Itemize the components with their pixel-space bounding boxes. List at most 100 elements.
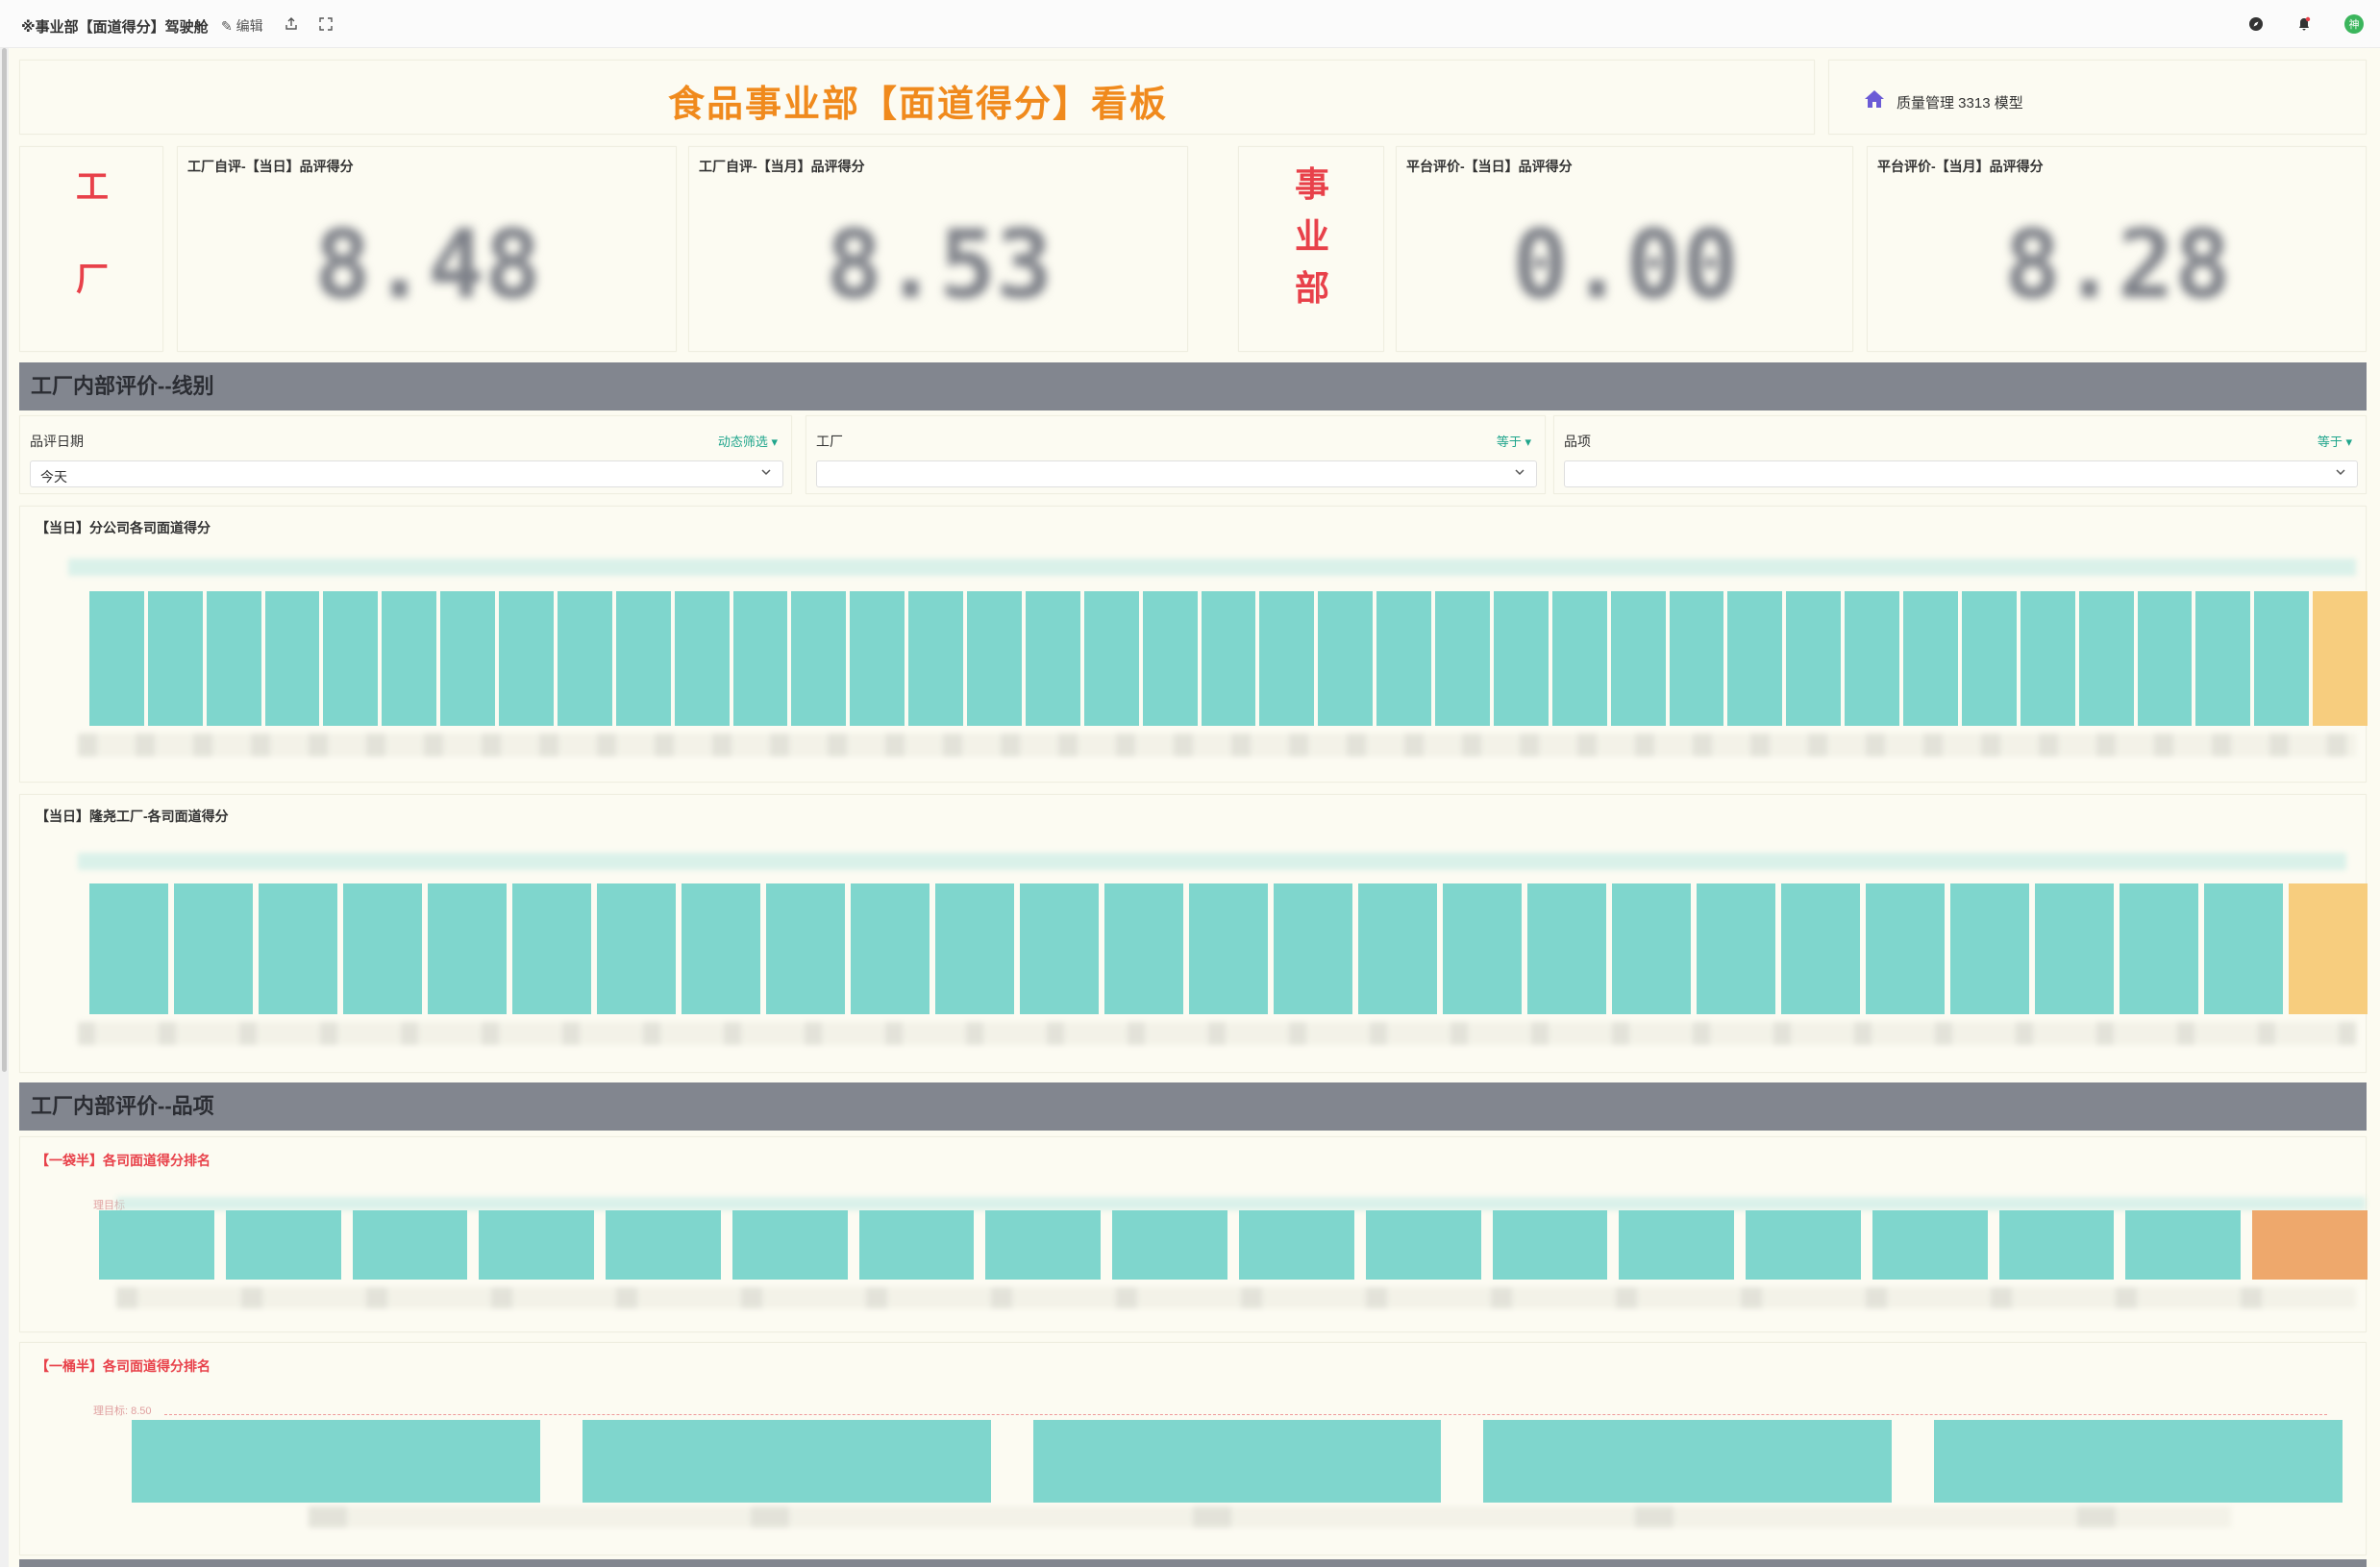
- bar[interactable]: [1104, 883, 1183, 1014]
- bar[interactable]: [682, 883, 760, 1014]
- bar[interactable]: [89, 591, 144, 726]
- bar[interactable]: [615, 591, 671, 726]
- bar[interactable]: [1239, 1210, 1354, 1280]
- bar[interactable]: [206, 591, 261, 726]
- home-icon[interactable]: [1864, 89, 1885, 113]
- bar[interactable]: [1781, 883, 1860, 1014]
- bar[interactable]: [597, 883, 676, 1014]
- bar[interactable]: [1950, 883, 2029, 1014]
- edit-button[interactable]: ✎ 编辑: [221, 16, 263, 36]
- item-select[interactable]: [1564, 460, 2358, 487]
- bar[interactable]: [1872, 1210, 1988, 1280]
- bar-average[interactable]: [2252, 1210, 2368, 1280]
- bar[interactable]: [1483, 1420, 1893, 1503]
- bar[interactable]: [1551, 591, 1607, 726]
- bar[interactable]: [89, 883, 168, 1014]
- bar[interactable]: [2035, 883, 2114, 1014]
- bar[interactable]: [1845, 591, 1899, 726]
- bar[interactable]: [967, 591, 1022, 726]
- bar[interactable]: [1443, 883, 1522, 1014]
- bar[interactable]: [1142, 591, 1198, 726]
- bar[interactable]: [225, 1210, 341, 1280]
- bar[interactable]: [1318, 591, 1374, 726]
- bar[interactable]: [440, 591, 496, 726]
- bar[interactable]: [132, 1420, 540, 1503]
- bar[interactable]: [1435, 591, 1490, 726]
- bar[interactable]: [499, 591, 554, 726]
- avatar[interactable]: 神: [2344, 14, 2364, 34]
- bar[interactable]: [1619, 1210, 1735, 1280]
- bar[interactable]: [99, 1210, 214, 1280]
- share-icon[interactable]: [283, 15, 300, 33]
- bar[interactable]: [1697, 883, 1775, 1014]
- bar[interactable]: [1201, 591, 1256, 726]
- bar[interactable]: [428, 883, 507, 1014]
- factory-select[interactable]: [816, 460, 1537, 487]
- bar[interactable]: [850, 591, 905, 726]
- bar[interactable]: [2137, 591, 2193, 726]
- bar[interactable]: [2120, 883, 2198, 1014]
- bar[interactable]: [1274, 883, 1352, 1014]
- bar[interactable]: [2078, 591, 2134, 726]
- bar[interactable]: [1493, 591, 1549, 726]
- bar[interactable]: [557, 591, 612, 726]
- bar[interactable]: [1376, 591, 1432, 726]
- bar[interactable]: [1358, 883, 1437, 1014]
- bar[interactable]: [1866, 883, 1945, 1014]
- bar[interactable]: [1032, 1420, 1442, 1503]
- bar-average[interactable]: [2313, 591, 2368, 726]
- bar[interactable]: [479, 1210, 595, 1280]
- bar[interactable]: [1527, 883, 1606, 1014]
- bar[interactable]: [985, 1210, 1102, 1280]
- bar[interactable]: [2020, 591, 2075, 726]
- bar[interactable]: [1083, 591, 1139, 726]
- bar[interactable]: [1020, 883, 1099, 1014]
- scrollbar-thumb[interactable]: [2, 48, 7, 1072]
- bar[interactable]: [2254, 591, 2310, 726]
- compass-icon[interactable]: [2247, 15, 2265, 33]
- bar[interactable]: [382, 591, 437, 726]
- bar[interactable]: [732, 591, 788, 726]
- bar[interactable]: [1025, 591, 1080, 726]
- bar[interactable]: [1365, 1210, 1481, 1280]
- scrollbar[interactable]: [0, 48, 9, 1567]
- bar[interactable]: [343, 883, 422, 1014]
- bar[interactable]: [1903, 591, 1958, 726]
- bar[interactable]: [791, 591, 847, 726]
- date-select[interactable]: 今天: [30, 460, 783, 487]
- bar[interactable]: [1961, 591, 2017, 726]
- bar[interactable]: [352, 1210, 468, 1280]
- bar[interactable]: [259, 883, 337, 1014]
- bar[interactable]: [1786, 591, 1842, 726]
- bar[interactable]: [1610, 591, 1666, 726]
- filter-operator[interactable]: 动态筛选 ▾: [718, 432, 778, 450]
- bar[interactable]: [323, 591, 379, 726]
- bar[interactable]: [2125, 1210, 2242, 1280]
- fullscreen-icon[interactable]: [317, 15, 335, 33]
- bar[interactable]: [174, 883, 253, 1014]
- bar[interactable]: [2195, 591, 2251, 726]
- bar[interactable]: [1998, 1210, 2115, 1280]
- bar[interactable]: [1727, 591, 1783, 726]
- bar[interactable]: [2204, 883, 2283, 1014]
- bar[interactable]: [858, 1210, 975, 1280]
- bar-average[interactable]: [2289, 883, 2368, 1014]
- bar[interactable]: [935, 883, 1014, 1014]
- bar[interactable]: [147, 591, 203, 726]
- bar[interactable]: [851, 883, 930, 1014]
- bar[interactable]: [1492, 1210, 1608, 1280]
- bar[interactable]: [1259, 591, 1315, 726]
- bar[interactable]: [1669, 591, 1724, 726]
- filter-operator[interactable]: 等于 ▾: [2318, 432, 2352, 450]
- bar[interactable]: [512, 883, 591, 1014]
- filter-operator[interactable]: 等于 ▾: [1497, 432, 1531, 450]
- bar[interactable]: [674, 591, 730, 726]
- bar[interactable]: [1189, 883, 1268, 1014]
- bar[interactable]: [606, 1210, 721, 1280]
- bar[interactable]: [1112, 1210, 1227, 1280]
- bar[interactable]: [582, 1420, 991, 1503]
- bar[interactable]: [731, 1210, 848, 1280]
- bar[interactable]: [1746, 1210, 1861, 1280]
- bar[interactable]: [264, 591, 320, 726]
- bell-icon[interactable]: [2295, 15, 2313, 33]
